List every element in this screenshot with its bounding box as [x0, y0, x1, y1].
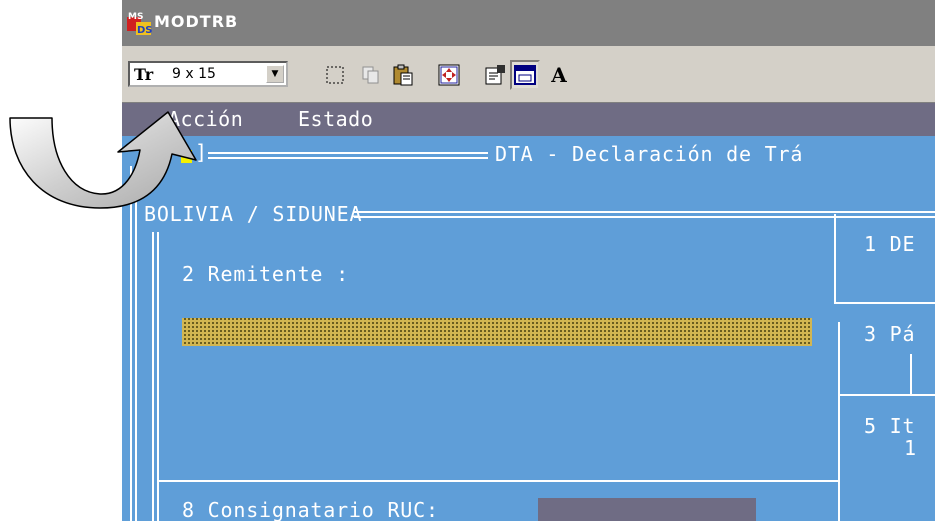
svg-text:DS: DS: [137, 25, 153, 36]
menu-accion[interactable]: Acción: [168, 107, 243, 131]
toolbar: Tr 9 x 15 ▼ A: [122, 46, 935, 103]
background-icon: [514, 65, 536, 85]
window-title: MODTRB: [154, 12, 239, 31]
copy-icon: [362, 66, 379, 84]
font-size-select[interactable]: Tr 9 x 15 ▼: [128, 61, 288, 87]
inner-left-line-2: [157, 232, 159, 521]
frame-left-line-2: [135, 166, 137, 521]
remitente-field[interactable]: [182, 318, 812, 346]
box1-left-line: [834, 214, 836, 304]
close-box-icon[interactable]: [181, 150, 192, 163]
title-bar[interactable]: MS DS MODTRB: [122, 0, 935, 46]
dropdown-arrow-icon[interactable]: ▼: [266, 65, 284, 83]
inner-left-line: [152, 232, 154, 521]
box3-left-line: [838, 322, 840, 521]
font-size-value: 9 x 15: [172, 66, 216, 82]
font-icon: A: [551, 63, 567, 87]
box5-label: 5 It: [864, 414, 916, 438]
console-window: MS DS MODTRB Tr 9 x 15 ▼ A Acción Estado…: [122, 0, 935, 521]
box1-bottom-line: [834, 302, 935, 304]
paste-button[interactable]: [388, 60, 418, 90]
app-icon: MS DS: [127, 12, 153, 36]
close-box-bracket-right: ]: [195, 140, 208, 164]
properties-icon: [485, 65, 505, 85]
svg-text:MS: MS: [128, 12, 143, 22]
close-box-bracket-left: [: [136, 140, 149, 164]
paste-icon: [393, 64, 413, 86]
remitente-label: 2 Remitente :: [182, 262, 349, 286]
properties-button[interactable]: [480, 60, 510, 90]
frame-top-line-2: [208, 157, 488, 159]
fullscreen-button[interactable]: [434, 60, 464, 90]
font-button[interactable]: A: [544, 60, 574, 90]
box3-bottom-line: [838, 394, 935, 396]
box3-tick-line: [910, 354, 912, 396]
background-button[interactable]: [510, 60, 540, 90]
header-line: [354, 211, 935, 213]
header-line-2: [354, 216, 935, 218]
box1-label: 1 DE: [864, 232, 916, 256]
frame-top-line: [208, 152, 488, 154]
consignatario-separator: [158, 480, 838, 482]
select-icon: [326, 66, 344, 84]
box3-label: 3 Pá: [864, 322, 916, 346]
consignatario-label: 8 Consignatario RUC:: [182, 498, 439, 521]
console-area: [ ] DTA - Declaración de Trá BOLIVIA / S…: [122, 136, 935, 521]
frame-title: DTA - Declaración de Trá: [495, 142, 804, 166]
consignatario-ruc-field[interactable]: [538, 498, 756, 521]
copy-button[interactable]: [356, 60, 386, 90]
box5-value: 1: [904, 436, 917, 460]
section-header: BOLIVIA / SIDUNEA: [144, 202, 363, 226]
menu-estado[interactable]: Estado: [298, 107, 373, 131]
truetype-icon: Tr: [134, 65, 154, 84]
menu-bar: Acción Estado: [122, 103, 935, 136]
frame-left-line: [130, 166, 132, 521]
fullscreen-icon: [438, 64, 460, 86]
mark-button[interactable]: [320, 60, 350, 90]
